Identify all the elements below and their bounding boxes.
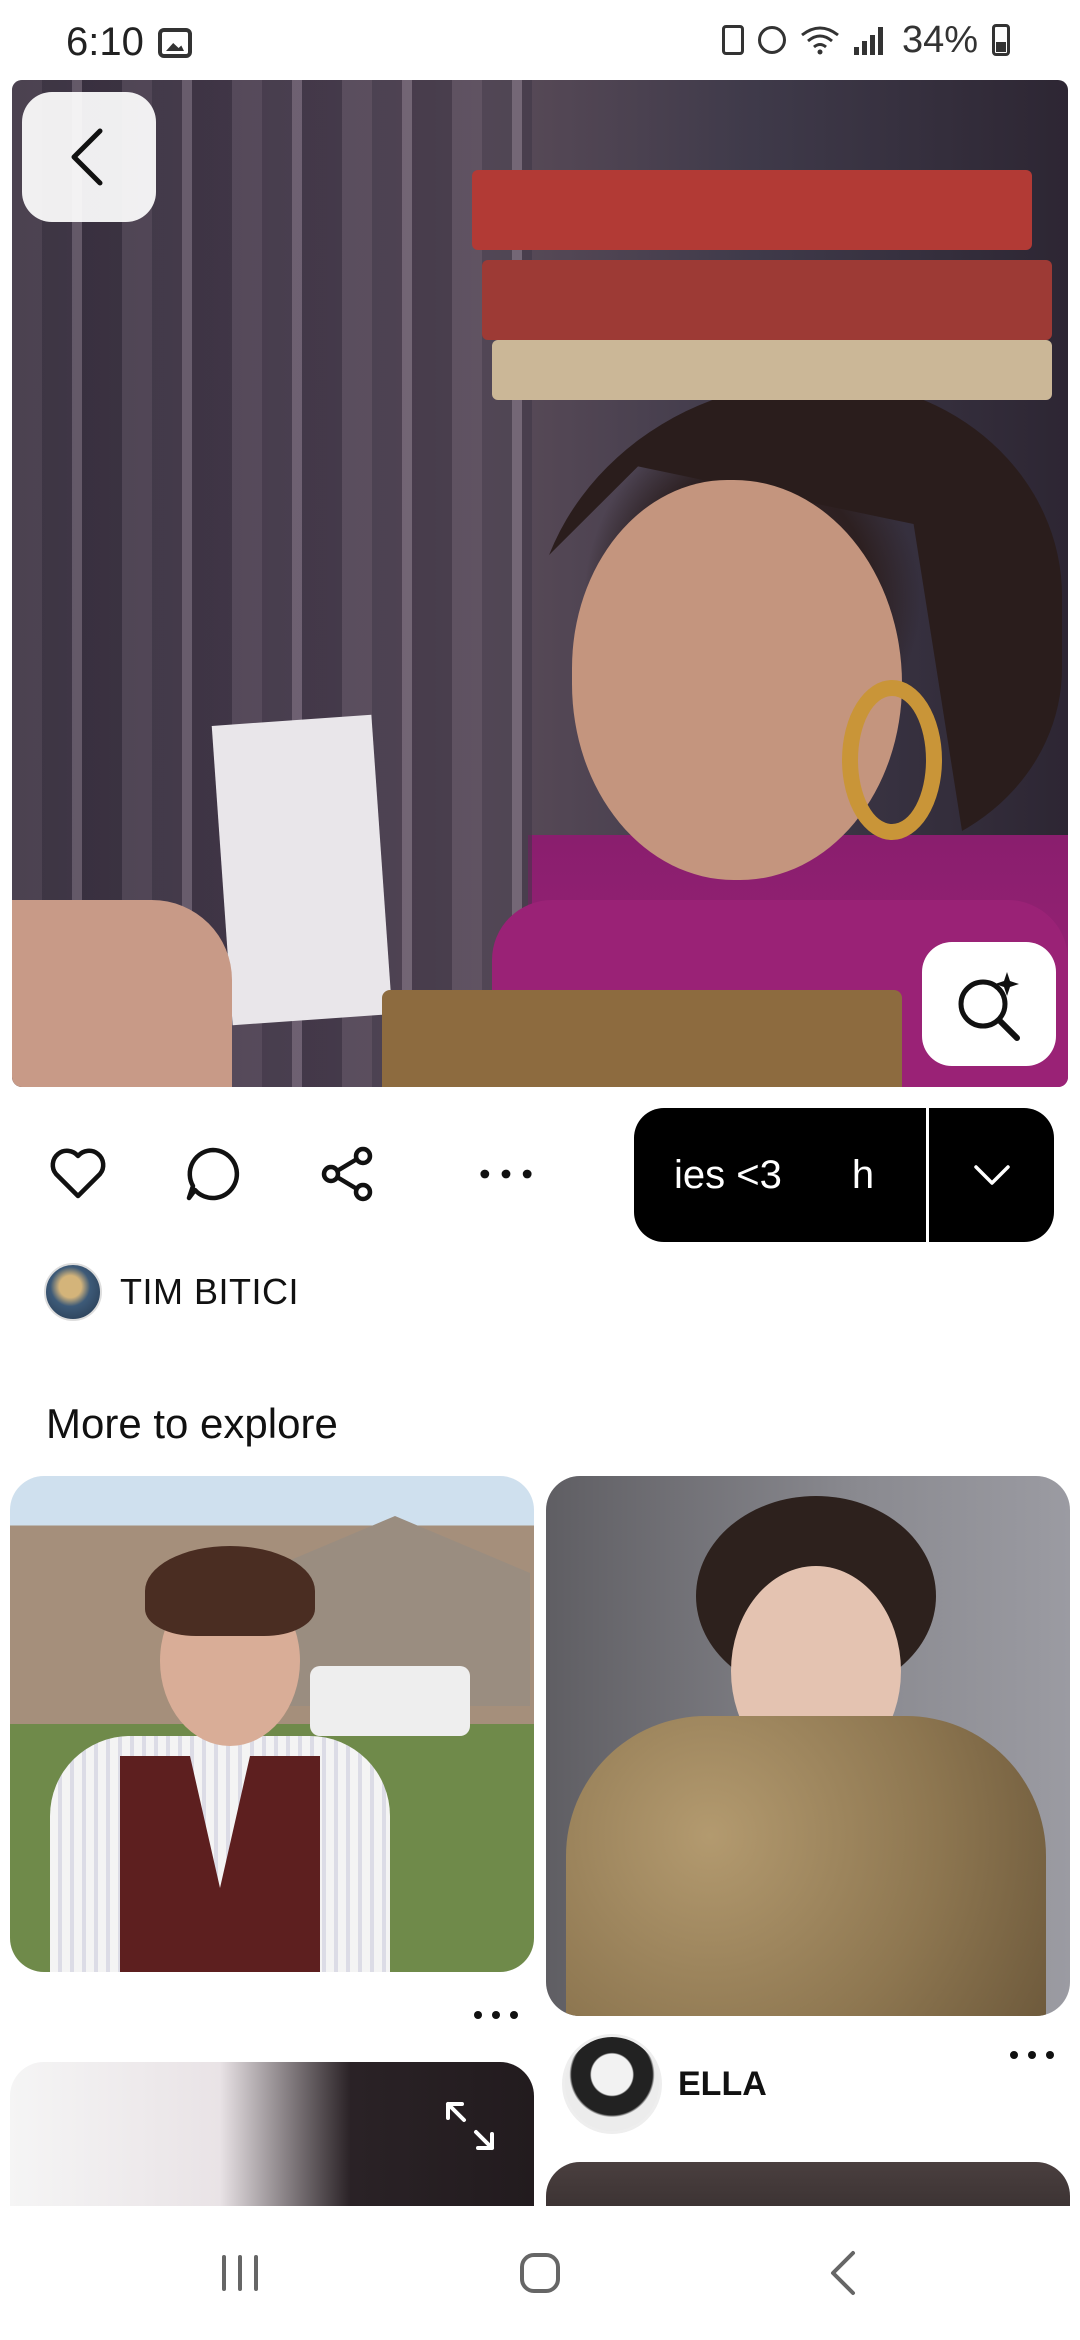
pin-image[interactable] bbox=[12, 80, 1068, 1087]
creator-name[interactable]: TIM BITICI bbox=[120, 1271, 299, 1313]
book bbox=[472, 170, 1032, 250]
avatar[interactable] bbox=[562, 2034, 662, 2134]
avatar[interactable] bbox=[44, 1263, 102, 1321]
home-button[interactable] bbox=[470, 2206, 610, 2340]
gallery-icon bbox=[158, 28, 192, 58]
visual-search-button[interactable] bbox=[922, 942, 1056, 1066]
board-name-button[interactable]: ies <3 h bbox=[634, 1108, 926, 1242]
board-dropdown-button[interactable] bbox=[929, 1108, 1054, 1242]
pin-detail-screen: 6:10 34% ies <3 h TIM BITICI More to exp… bbox=[0, 0, 1080, 2340]
pin-actions: ies <3 h bbox=[0, 1104, 1080, 1242]
board-name-label: ies <3 bbox=[674, 1152, 782, 1197]
section-title: More to explore bbox=[46, 1400, 338, 1447]
system-nav-bar bbox=[0, 2206, 1080, 2340]
expand-icon[interactable] bbox=[442, 2098, 498, 2154]
sparkle-search-icon bbox=[958, 972, 1020, 1041]
pin-creator[interactable]: ELLA bbox=[562, 2034, 767, 2134]
back-button[interactable] bbox=[22, 92, 156, 222]
back-nav-button[interactable] bbox=[775, 2206, 915, 2340]
pin-card[interactable] bbox=[546, 1476, 1070, 2016]
book bbox=[482, 260, 1052, 340]
status-time: 6:10 bbox=[66, 20, 144, 64]
pin-more-button[interactable] bbox=[466, 2000, 526, 2030]
save-to-board-control: ies <3 h bbox=[634, 1108, 1054, 1242]
paper bbox=[211, 714, 393, 1026]
book-stack-top bbox=[472, 170, 1068, 470]
recents-button[interactable] bbox=[170, 2206, 310, 2340]
book-stack-bottom bbox=[382, 990, 902, 1087]
battery-icon bbox=[992, 24, 1010, 56]
board-name-next: h bbox=[851, 1152, 875, 1197]
recents-icon bbox=[222, 2255, 258, 2291]
pin-more-button[interactable] bbox=[1002, 2040, 1062, 2070]
status-bar: 6:10 34% bbox=[0, 0, 1080, 80]
hand bbox=[12, 900, 232, 1087]
face bbox=[572, 480, 902, 880]
heart-icon[interactable] bbox=[46, 1142, 110, 1206]
fur-coat bbox=[566, 1716, 1046, 2016]
alarm-icon bbox=[757, 26, 786, 54]
creator-row[interactable]: TIM BITICI bbox=[44, 1262, 299, 1322]
back-icon bbox=[831, 2251, 855, 2295]
more-dots-icon bbox=[474, 2011, 518, 2019]
battery-saver-icon bbox=[721, 25, 744, 55]
more-dots-icon bbox=[1010, 2051, 1054, 2059]
earring bbox=[842, 680, 942, 840]
signal-icon bbox=[853, 25, 888, 55]
share-icon[interactable] bbox=[315, 1142, 379, 1206]
book bbox=[492, 340, 1052, 400]
home-icon bbox=[520, 2253, 560, 2293]
hair bbox=[145, 1546, 315, 1636]
comment-icon[interactable] bbox=[181, 1142, 245, 1206]
chevron-left-icon bbox=[71, 128, 103, 186]
more-dots-icon[interactable] bbox=[472, 1142, 540, 1206]
status-icons: 34% bbox=[721, 18, 1010, 62]
pin-creator-name[interactable]: ELLA bbox=[678, 2065, 767, 2104]
battery-percent: 34% bbox=[901, 18, 978, 61]
wifi-icon bbox=[801, 26, 839, 55]
person bbox=[50, 1516, 450, 1972]
chevron-down-icon bbox=[973, 1165, 1010, 1185]
pin-card[interactable] bbox=[10, 1476, 534, 1972]
